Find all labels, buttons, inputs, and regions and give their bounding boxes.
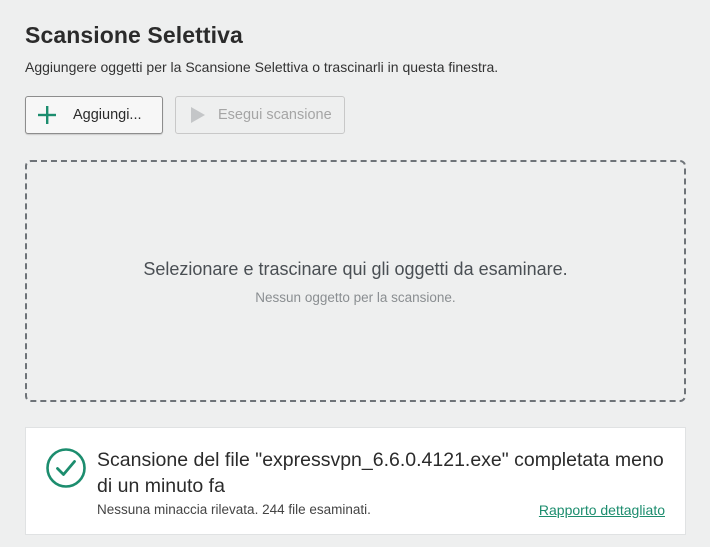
drop-zone-empty-text: Nessun oggetto per la scansione.: [255, 290, 456, 305]
run-scan-button[interactable]: Esegui scansione: [175, 96, 345, 134]
scan-status-detail: Nessuna minaccia rilevata. 244 file esam…: [97, 502, 371, 517]
page-subtitle: Aggiungere oggetti per la Scansione Sele…: [25, 59, 499, 75]
add-button-label: Aggiungi...: [73, 107, 142, 123]
run-scan-button-label: Esegui scansione: [218, 107, 332, 123]
check-circle-icon: [46, 448, 86, 488]
detailed-report-link[interactable]: Rapporto dettagliato: [539, 502, 665, 518]
page-title: Scansione Selettiva: [25, 22, 243, 48]
scan-status-card: Scansione del file "expressvpn_6.6.0.412…: [25, 427, 686, 535]
scan-status-title: Scansione del file "expressvpn_6.6.0.412…: [97, 449, 664, 497]
play-icon: [191, 107, 205, 123]
add-button[interactable]: Aggiungi...: [25, 96, 163, 134]
plus-icon: [38, 106, 56, 124]
drop-zone-instruction: Selezionare e trascinare qui gli oggetti…: [143, 259, 568, 279]
drop-zone[interactable]: Selezionare e trascinare qui gli oggetti…: [25, 160, 686, 402]
